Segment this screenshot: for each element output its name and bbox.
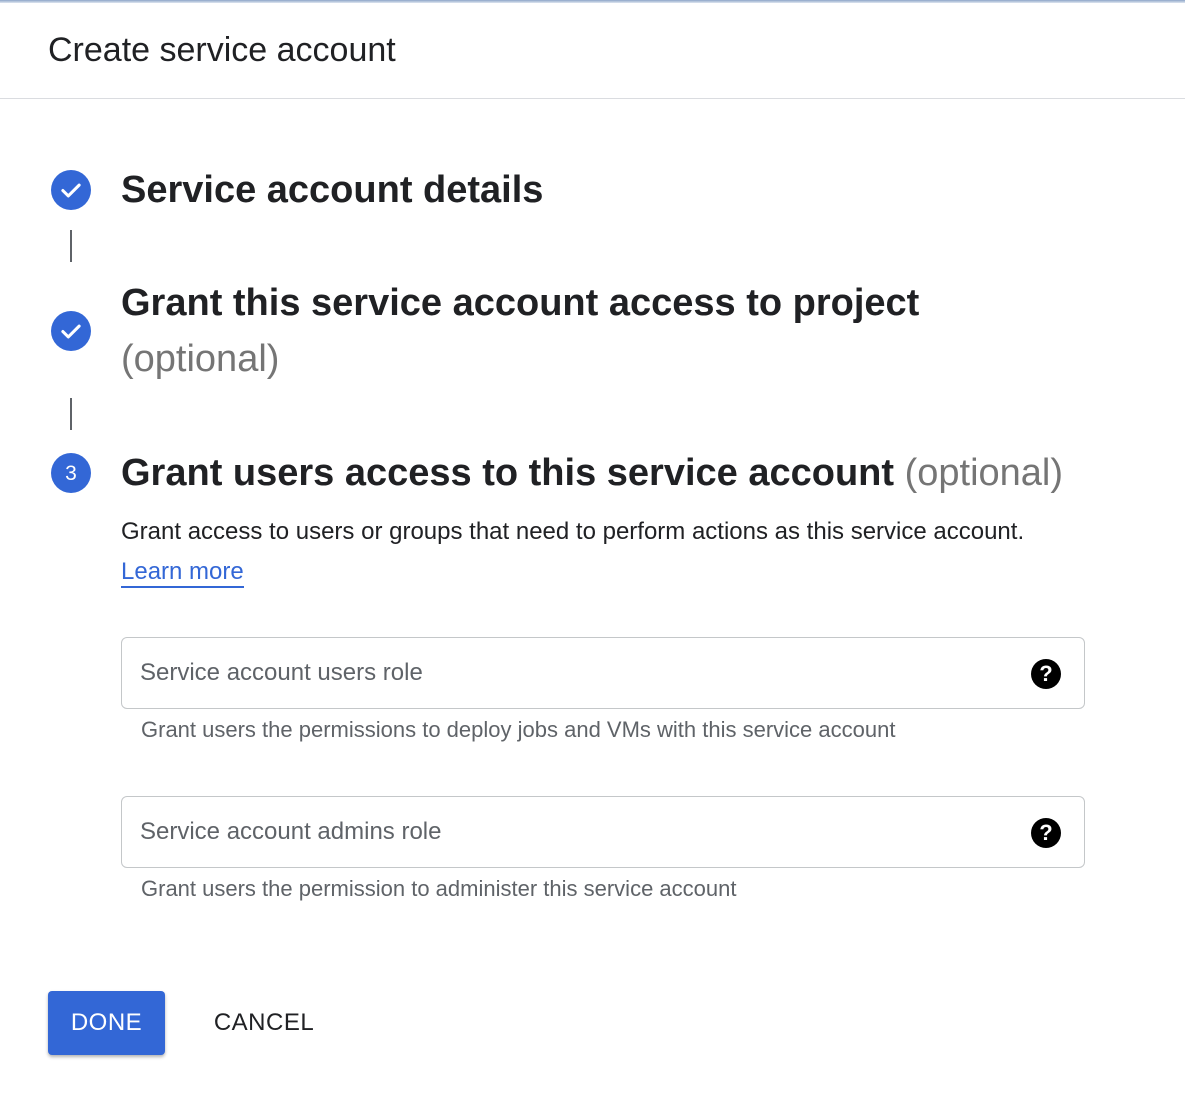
page-header: Create service account: [0, 3, 1185, 99]
page-title: Create service account: [48, 31, 396, 69]
step-1-title-text: Service account details: [121, 169, 544, 211]
step-connector: [70, 230, 72, 262]
users-role-hint: Grant users the permissions to deploy jo…: [141, 717, 896, 742]
users-role-input[interactable]: [140, 638, 1020, 707]
admins-role-field[interactable]: ?: [121, 796, 1085, 868]
admins-role-input[interactable]: [140, 797, 1020, 866]
step-3-number: 3: [65, 461, 77, 485]
step-connector: [70, 398, 72, 430]
step-3-description-text: Grant access to users or groups that nee…: [121, 518, 1025, 545]
step-3-title: Grant users access to this service accou…: [121, 445, 1063, 501]
step-3-number-icon: 3: [51, 453, 91, 493]
step-3-optional-label: (optional): [904, 452, 1064, 494]
step-1-title[interactable]: Service account details: [121, 162, 543, 218]
step-2-title[interactable]: Grant this service account access to pro…: [121, 275, 919, 387]
help-icon[interactable]: ?: [1031, 818, 1061, 848]
step-3-description: Grant access to users or groups that nee…: [121, 512, 1041, 592]
learn-more-link[interactable]: Learn more: [121, 558, 244, 588]
users-role-field[interactable]: ?: [121, 637, 1085, 709]
step-1-complete-icon: [51, 170, 91, 210]
admins-role-hint: Grant users the permission to administer…: [141, 876, 737, 901]
check-icon: [61, 183, 81, 198]
step-2-optional-label: (optional): [121, 338, 280, 380]
check-icon: [61, 324, 81, 339]
step-2-complete-icon: [51, 311, 91, 351]
done-button[interactable]: DONE: [48, 991, 165, 1055]
cancel-button[interactable]: CANCEL: [196, 991, 332, 1055]
step-3-title-text: Grant users access to this service accou…: [121, 452, 895, 494]
help-icon[interactable]: ?: [1031, 659, 1061, 689]
step-2-title-text: Grant this service account access to pro…: [121, 282, 920, 324]
